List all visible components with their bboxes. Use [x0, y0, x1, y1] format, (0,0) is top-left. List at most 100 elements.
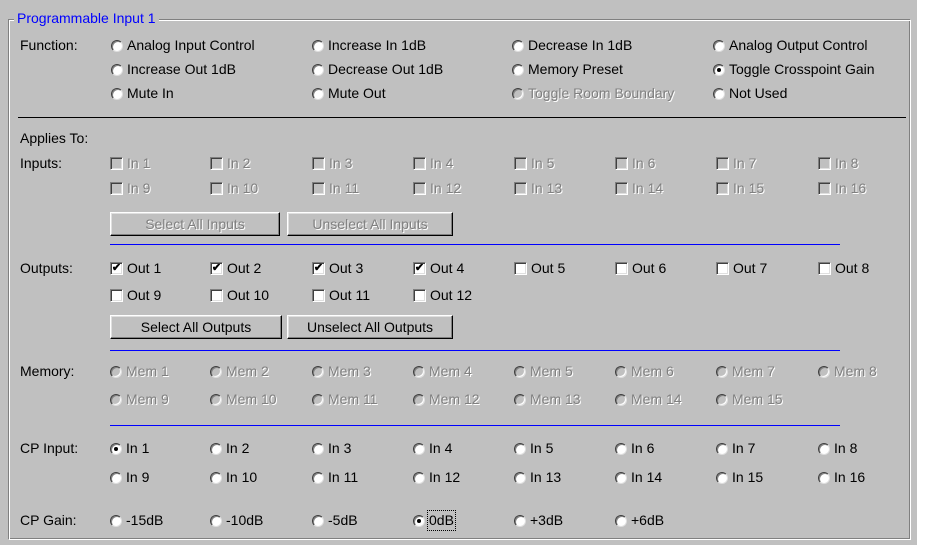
radio-button-icon[interactable] — [110, 442, 122, 455]
output-checkbox-12[interactable]: Out 12 — [413, 287, 472, 304]
checkbox-icon[interactable] — [716, 262, 729, 275]
checkbox-icon[interactable] — [818, 262, 831, 275]
checkbox-icon[interactable]: ✔ — [312, 262, 325, 275]
cp-input-radio-4[interactable]: In 4 — [413, 440, 452, 457]
radio-button-icon[interactable] — [716, 471, 728, 484]
radio-button-icon[interactable] — [312, 514, 324, 527]
checkbox-icon[interactable]: ✔ — [110, 262, 123, 275]
memory-radio-5[interactable]: Mem 5 — [514, 363, 573, 380]
radio-button-icon[interactable] — [716, 365, 728, 378]
memory-radio-13[interactable]: Mem 13 — [514, 391, 581, 408]
radio-button-icon[interactable] — [312, 87, 324, 100]
cp-input-radio-10[interactable]: In 10 — [210, 469, 257, 486]
radio-button-icon[interactable] — [110, 514, 122, 527]
checkbox-icon[interactable] — [312, 157, 325, 170]
radio-button-icon[interactable] — [713, 87, 725, 100]
function-option-7[interactable]: Memory Preset — [512, 61, 623, 78]
radio-button-icon[interactable] — [514, 442, 526, 455]
checkbox-icon[interactable] — [818, 182, 831, 195]
checkbox-icon[interactable] — [818, 157, 831, 170]
function-option-10[interactable]: Mute Out — [312, 85, 386, 102]
memory-radio-11[interactable]: Mem 11 — [312, 391, 378, 408]
cp-input-radio-1[interactable]: In 1 — [110, 440, 149, 457]
radio-button-icon[interactable] — [713, 63, 725, 76]
checkbox-icon[interactable] — [312, 182, 325, 195]
memory-radio-7[interactable]: Mem 7 — [716, 363, 775, 380]
memory-radio-8[interactable]: Mem 8 — [818, 363, 877, 380]
radio-button-icon[interactable] — [312, 393, 324, 406]
function-option-3[interactable]: Decrease In 1dB — [512, 37, 632, 54]
radio-button-icon[interactable] — [615, 365, 627, 378]
input-checkbox-11[interactable]: In 11 — [312, 180, 359, 197]
memory-radio-9[interactable]: Mem 9 — [110, 391, 169, 408]
checkbox-icon[interactable] — [514, 157, 527, 170]
radio-button-icon[interactable] — [818, 365, 830, 378]
function-option-1[interactable]: Analog Input Control — [111, 37, 255, 54]
memory-radio-4[interactable]: Mem 4 — [413, 363, 472, 380]
checkbox-icon[interactable] — [413, 157, 426, 170]
input-checkbox-15[interactable]: In 15 — [716, 180, 764, 197]
cp-gain-radio-4[interactable]: 0dB — [413, 510, 456, 531]
cp-input-radio-13[interactable]: In 13 — [514, 469, 561, 486]
radio-button-icon[interactable] — [110, 393, 122, 406]
radio-button-icon[interactable] — [615, 471, 627, 484]
radio-button-icon[interactable] — [512, 87, 524, 100]
memory-radio-12[interactable]: Mem 12 — [413, 391, 480, 408]
radio-button-icon[interactable] — [210, 442, 222, 455]
radio-button-icon[interactable] — [413, 471, 425, 484]
function-option-4[interactable]: Analog Output Control — [713, 37, 868, 54]
radio-button-icon[interactable] — [514, 365, 526, 378]
function-option-11[interactable]: Toggle Room Boundary — [512, 85, 674, 102]
cp-input-radio-9[interactable]: In 9 — [110, 469, 149, 486]
radio-button-icon[interactable] — [615, 514, 627, 527]
checkbox-icon[interactable] — [210, 289, 223, 302]
checkbox-icon[interactable] — [413, 182, 426, 195]
function-option-2[interactable]: Increase In 1dB — [312, 37, 426, 54]
radio-button-icon[interactable] — [512, 63, 524, 76]
output-checkbox-11[interactable]: Out 11 — [312, 287, 370, 304]
checkbox-icon[interactable] — [716, 157, 729, 170]
radio-button-icon[interactable] — [110, 365, 122, 378]
unselect-all-outputs-button[interactable]: Unselect All Outputs — [287, 315, 453, 339]
output-checkbox-2[interactable]: ✔ Out 2 — [210, 260, 261, 277]
output-checkbox-10[interactable]: Out 10 — [210, 287, 269, 304]
memory-radio-3[interactable]: Mem 3 — [312, 363, 371, 380]
radio-button-icon[interactable] — [312, 365, 324, 378]
cp-gain-radio-1[interactable]: -15dB — [110, 512, 163, 529]
checkbox-icon[interactable] — [110, 182, 123, 195]
cp-input-radio-16[interactable]: In 16 — [818, 469, 865, 486]
checkbox-icon[interactable] — [615, 262, 628, 275]
input-checkbox-14[interactable]: In 14 — [615, 180, 663, 197]
output-checkbox-6[interactable]: Out 6 — [615, 260, 666, 277]
unselect-all-inputs-button[interactable]: Unselect All Inputs — [287, 212, 453, 236]
checkbox-icon[interactable] — [514, 262, 527, 275]
cp-input-radio-15[interactable]: In 15 — [716, 469, 763, 486]
input-checkbox-1[interactable]: In 1 — [110, 155, 150, 172]
radio-button-icon[interactable] — [413, 514, 425, 527]
output-checkbox-5[interactable]: Out 5 — [514, 260, 565, 277]
output-checkbox-3[interactable]: ✔ Out 3 — [312, 260, 363, 277]
cp-input-radio-11[interactable]: In 11 — [312, 469, 358, 486]
radio-button-icon[interactable] — [514, 471, 526, 484]
input-checkbox-7[interactable]: In 7 — [716, 155, 756, 172]
radio-button-icon[interactable] — [413, 442, 425, 455]
radio-button-icon[interactable] — [312, 39, 324, 52]
memory-radio-6[interactable]: Mem 6 — [615, 363, 674, 380]
checkbox-icon[interactable] — [615, 157, 628, 170]
memory-radio-2[interactable]: Mem 2 — [210, 363, 269, 380]
cp-input-radio-2[interactable]: In 2 — [210, 440, 249, 457]
radio-button-icon[interactable] — [615, 393, 627, 406]
radio-button-icon[interactable] — [413, 365, 425, 378]
cp-gain-radio-6[interactable]: +6dB — [615, 512, 664, 529]
checkbox-icon[interactable]: ✔ — [413, 262, 426, 275]
radio-button-icon[interactable] — [413, 393, 425, 406]
radio-button-icon[interactable] — [312, 63, 324, 76]
radio-button-icon[interactable] — [716, 393, 728, 406]
function-option-9[interactable]: Mute In — [111, 85, 174, 102]
radio-button-icon[interactable] — [615, 442, 627, 455]
input-checkbox-9[interactable]: In 9 — [110, 180, 150, 197]
memory-radio-10[interactable]: Mem 10 — [210, 391, 277, 408]
cp-gain-radio-5[interactable]: +3dB — [514, 512, 563, 529]
checkbox-icon[interactable] — [615, 182, 628, 195]
output-checkbox-1[interactable]: ✔ Out 1 — [110, 260, 161, 277]
